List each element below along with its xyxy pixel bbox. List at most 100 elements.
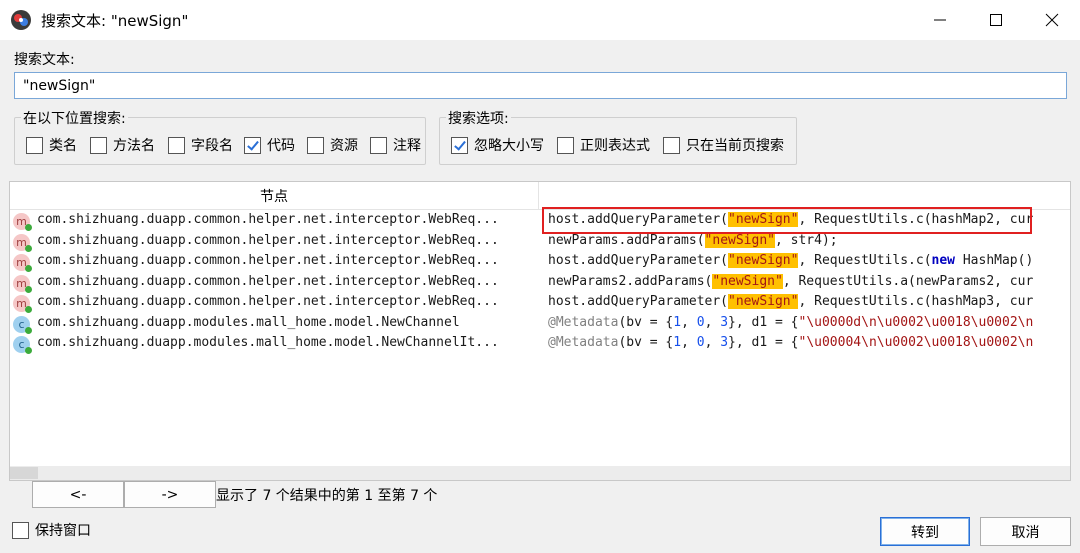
next-page-button[interactable]: ->: [124, 481, 216, 508]
code-segment: host.addQueryParameter(: [548, 212, 729, 227]
current-page-checkbox[interactable]: [663, 136, 680, 154]
maximize-icon: [990, 14, 1002, 26]
regex-checkbox[interactable]: [557, 136, 574, 154]
table-row[interactable]: m com.shizhuang.duapp.common.helper.net.i…: [10, 211, 1070, 232]
option-method-name[interactable]: 方法名: [90, 135, 155, 155]
code-segment: 1: [673, 335, 682, 350]
result-code: host.addQueryParameter("newSign", Reques…: [548, 294, 1070, 309]
code-segment: 0: [696, 314, 705, 330]
keep-window-checkbox[interactable]: [12, 521, 29, 539]
code-segment: newParams.addParams(: [548, 232, 705, 248]
code-segment: host.addQueryParameter(: [548, 253, 729, 268]
window-title: 搜索文本: "newSign": [41, 12, 189, 30]
ignore-case-label: 忽略大小写: [474, 138, 544, 154]
code-checkbox[interactable]: [244, 136, 261, 154]
results-status: 显示了 7 个结果中的第 1 至第 7 个: [216, 488, 438, 504]
code-label: 代码: [267, 138, 295, 154]
code-segment: @Metadata: [548, 314, 619, 330]
match-highlight: "newSign": [728, 294, 799, 309]
close-button[interactable]: [1024, 0, 1080, 40]
code-segment: , RequestUtils.c(hashMap3, cur: [798, 294, 1034, 309]
method-icon: m: [13, 274, 32, 293]
result-code: @Metadata(bv = {1, 0, 3}, d1 = {"\u0000d…: [548, 315, 1070, 330]
result-code: host.addQueryParameter("newSign", Reques…: [548, 253, 1070, 268]
field-name-checkbox[interactable]: [168, 136, 185, 154]
code-segment: new: [931, 253, 956, 268]
method-name-label: 方法名: [113, 138, 155, 154]
maximize-button[interactable]: [968, 0, 1024, 40]
option-field-name[interactable]: 字段名: [168, 135, 233, 155]
resource-label: 资源: [330, 138, 358, 154]
results-header: 节点: [10, 182, 1070, 210]
code-segment: "\u00004\n\u0002\u0018\u0002\n: [798, 335, 1034, 350]
class-name-label: 类名: [49, 138, 77, 154]
scrollbar-thumb[interactable]: [10, 467, 38, 479]
code-segment: ,: [681, 335, 697, 350]
prev-page-button[interactable]: <-: [32, 481, 124, 508]
code-segment: ,: [704, 314, 721, 330]
option-comment[interactable]: 注释: [370, 135, 421, 155]
code-segment: , RequestUtils.a(newParams2, cur: [782, 273, 1034, 289]
goto-button[interactable]: 转到: [880, 517, 970, 546]
code-segment: "\u0000d\n\u0002\u0018\u0002\n: [798, 314, 1034, 330]
code-segment: HashMap(): [955, 253, 1034, 268]
ignore-case-checkbox[interactable]: [451, 136, 468, 154]
search-input[interactable]: [14, 72, 1067, 99]
option-class-name[interactable]: 类名: [26, 135, 77, 155]
code-segment: @Metadata: [548, 335, 619, 350]
method-icon: m: [13, 233, 32, 252]
code-segment: 0: [696, 335, 705, 350]
result-node: com.shizhuang.duapp.common.helper.net.in…: [37, 273, 499, 289]
class-icon: c: [13, 315, 32, 334]
table-row[interactable]: c com.shizhuang.duapp.modules.mall_home.m…: [10, 314, 1070, 335]
code-segment: , RequestUtils.c(hashMap2, cur: [798, 212, 1034, 227]
method-icon: m: [13, 295, 32, 313]
comment-label: 注释: [393, 138, 421, 154]
search-location-group: 在以下位置搜索: 类名 方法名 字段名 代码 资源 注释: [14, 108, 426, 165]
table-row[interactable]: m com.shizhuang.duapp.common.helper.net.i…: [10, 293, 1070, 314]
resource-checkbox[interactable]: [307, 136, 324, 154]
table-row[interactable]: m com.shizhuang.duapp.common.helper.net.i…: [10, 273, 1070, 294]
result-node: com.shizhuang.duapp.modules.mall_home.mo…: [37, 335, 499, 350]
option-code[interactable]: 代码: [244, 135, 295, 155]
match-highlight: "newSign": [728, 212, 799, 227]
result-code: host.addQueryParameter("newSign", Reques…: [548, 212, 1070, 227]
minimize-button[interactable]: [912, 0, 968, 40]
code-segment: (bv = {: [618, 335, 674, 350]
header-node[interactable]: 节点: [10, 182, 539, 210]
code-segment: (bv = {: [618, 314, 674, 330]
class-icon: c: [13, 336, 32, 354]
result-node: com.shizhuang.duapp.common.helper.net.in…: [37, 253, 499, 268]
result-node: com.shizhuang.duapp.modules.mall_home.mo…: [37, 314, 460, 330]
results-table[interactable]: 节点 m com.shizhuang.duapp.common.helper.ne…: [9, 181, 1071, 481]
keep-window-option[interactable]: 保持窗口: [12, 520, 91, 540]
table-row[interactable]: m com.shizhuang.duapp.common.helper.net.i…: [10, 232, 1070, 253]
header-code[interactable]: [540, 182, 1070, 210]
cancel-button[interactable]: 取消: [980, 517, 1071, 546]
code-segment: 1: [673, 314, 682, 330]
comment-checkbox[interactable]: [370, 136, 387, 154]
code-segment: , str4);: [775, 232, 838, 248]
option-ignore-case[interactable]: 忽略大小写: [451, 135, 544, 155]
field-name-label: 字段名: [191, 138, 233, 154]
result-code: newParams.addParams("newSign", str4);: [548, 232, 1070, 248]
result-code: @Metadata(bv = {1, 0, 3}, d1 = {"\u00004…: [548, 335, 1070, 350]
class-name-checkbox[interactable]: [26, 136, 43, 154]
code-segment: host.addQueryParameter(: [548, 294, 729, 309]
search-options-title: 搜索选项:: [446, 108, 511, 128]
match-highlight: "newSign": [728, 253, 799, 268]
result-node: com.shizhuang.duapp.common.helper.net.in…: [37, 294, 499, 309]
table-row[interactable]: c com.shizhuang.duapp.modules.mall_home.m…: [10, 334, 1070, 355]
jadx-app-icon: [11, 10, 31, 30]
option-resource[interactable]: 资源: [307, 135, 358, 155]
option-regex[interactable]: 正则表达式: [557, 135, 650, 155]
code-segment: }, d1 = {: [728, 335, 799, 350]
search-location-title: 在以下位置搜索:: [21, 108, 128, 128]
result-node: com.shizhuang.duapp.common.helper.net.in…: [37, 232, 499, 248]
table-row[interactable]: m com.shizhuang.duapp.common.helper.net.i…: [10, 252, 1070, 273]
match-highlight: "newSign": [704, 232, 775, 248]
method-name-checkbox[interactable]: [90, 136, 107, 154]
option-current-page[interactable]: 只在当前页搜索: [663, 135, 784, 155]
match-highlight: "newSign": [712, 273, 783, 289]
horizontal-scrollbar[interactable]: [10, 466, 1070, 480]
